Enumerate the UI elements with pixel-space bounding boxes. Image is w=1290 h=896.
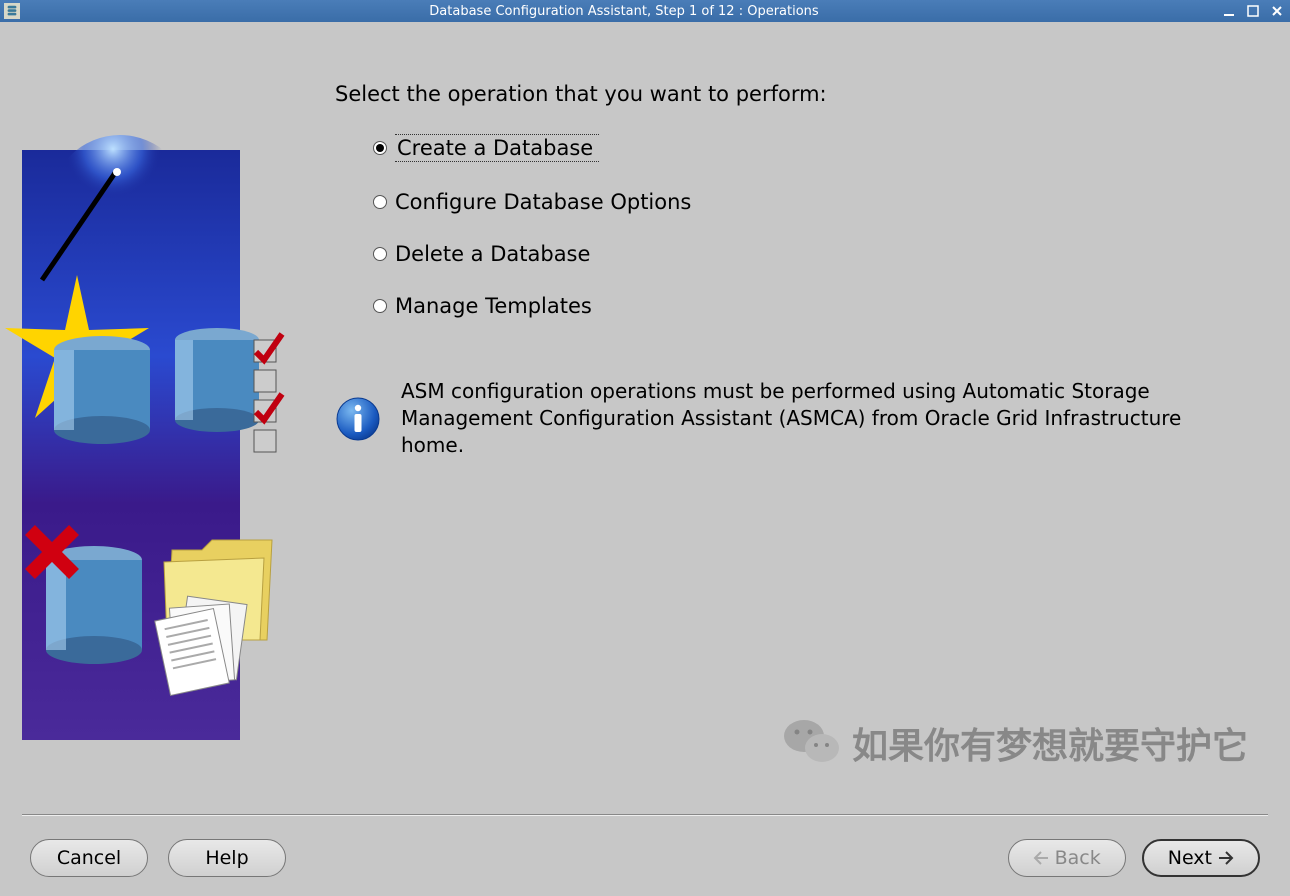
button-label: Help bbox=[205, 847, 248, 869]
radio-icon bbox=[373, 247, 387, 261]
cancel-button[interactable]: Cancel bbox=[30, 839, 148, 877]
minimize-button[interactable] bbox=[1220, 3, 1238, 19]
close-button[interactable] bbox=[1268, 3, 1286, 19]
info-row: ASM configuration operations must be per… bbox=[335, 378, 1250, 459]
arrow-right-icon bbox=[1218, 851, 1234, 865]
main-panel: Select the operation that you want to pe… bbox=[335, 82, 1250, 459]
separator bbox=[22, 814, 1268, 816]
maximize-button[interactable] bbox=[1244, 3, 1262, 19]
window-body: Select the operation that you want to pe… bbox=[0, 22, 1290, 896]
back-button[interactable]: Back bbox=[1008, 839, 1126, 877]
radio-icon bbox=[373, 195, 387, 209]
radio-configure-database-options[interactable]: Configure Database Options bbox=[373, 190, 1250, 214]
button-bar: Cancel Help Back Next bbox=[0, 834, 1290, 896]
instruction-text: Select the operation that you want to pe… bbox=[335, 82, 1250, 106]
radio-label: Delete a Database bbox=[395, 242, 590, 266]
watermark: 如果你有梦想就要守护它 bbox=[782, 716, 1248, 770]
radio-delete-database[interactable]: Delete a Database bbox=[373, 242, 1250, 266]
button-label: Back bbox=[1055, 847, 1101, 869]
watermark-text: 如果你有梦想就要守护它 bbox=[852, 717, 1248, 769]
radio-icon bbox=[373, 299, 387, 313]
window-title: Database Configuration Assistant, Step 1… bbox=[28, 4, 1220, 19]
content-area: Select the operation that you want to pe… bbox=[0, 22, 1290, 814]
button-label: Next bbox=[1168, 847, 1212, 869]
radio-label: Manage Templates bbox=[395, 294, 592, 318]
radio-icon bbox=[373, 141, 387, 155]
wechat-icon bbox=[782, 716, 842, 770]
arrow-left-icon bbox=[1033, 851, 1049, 865]
info-text: ASM configuration operations must be per… bbox=[401, 378, 1250, 459]
next-button[interactable]: Next bbox=[1142, 839, 1260, 877]
titlebar: Database Configuration Assistant, Step 1… bbox=[0, 0, 1290, 22]
button-label: Cancel bbox=[57, 847, 121, 869]
app-icon bbox=[4, 3, 20, 19]
radio-create-database[interactable]: Create a Database bbox=[373, 134, 1250, 162]
info-icon bbox=[335, 396, 381, 442]
radio-label: Configure Database Options bbox=[395, 190, 691, 214]
operation-radio-group: Create a Database Configure Database Opt… bbox=[373, 134, 1250, 318]
radio-label: Create a Database bbox=[397, 136, 593, 160]
help-button[interactable]: Help bbox=[168, 839, 286, 877]
radio-manage-templates[interactable]: Manage Templates bbox=[373, 294, 1250, 318]
wizard-illustration bbox=[22, 150, 240, 740]
